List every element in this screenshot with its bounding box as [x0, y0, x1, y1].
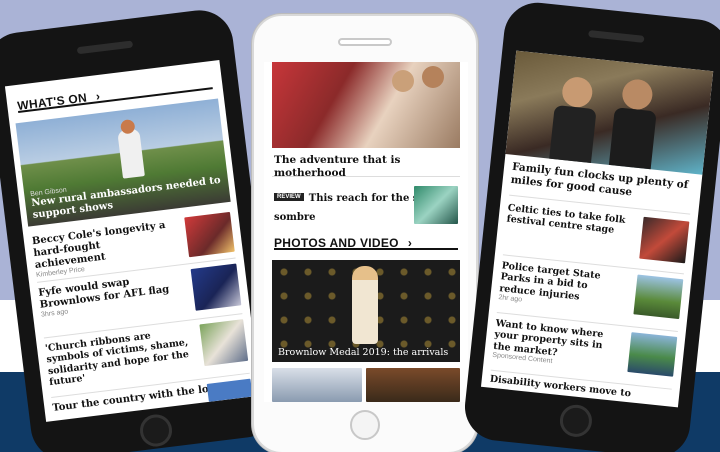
- chevron-right-icon: ›: [95, 88, 102, 104]
- story-thumbnail: [414, 186, 458, 224]
- home-button[interactable]: [350, 410, 380, 440]
- section-title: WHAT'S ON: [16, 90, 88, 113]
- gallery-caption: Brownlow Medal 2019: the arrivals: [278, 346, 449, 358]
- story-headline: Celtic ties to take folk festival centre…: [506, 202, 626, 237]
- right-phone: Family fun clocks up plenty of miles for…: [461, 0, 720, 452]
- story-thumbnail: [190, 263, 242, 311]
- gallery-thumbnail: [366, 368, 460, 402]
- top-story-image-figure: [392, 70, 414, 92]
- review-item[interactable]: REVIEW This reach for the stars is sombr…: [274, 186, 460, 226]
- review-badge: REVIEW: [274, 192, 304, 201]
- speaker-grille: [76, 40, 134, 55]
- gallery-next-row[interactable]: [272, 368, 460, 402]
- story-thumbnail: [199, 319, 249, 367]
- hero-image: [117, 128, 145, 179]
- speaker-grille: [338, 38, 392, 46]
- gallery-thumbnail: [272, 368, 362, 402]
- story-thumbnail: [639, 216, 690, 264]
- center-phone: The adventure that is motherhood REVIEW …: [252, 14, 478, 452]
- story-thumbnail: [627, 332, 678, 377]
- hero-image-figure: [620, 77, 654, 111]
- section-title: PHOTOS AND VIDEO: [274, 236, 399, 250]
- hero-image[interactable]: [505, 50, 714, 175]
- hero-story[interactable]: Ben Gibson New rural ambassadors needed …: [15, 98, 231, 227]
- top-story-image[interactable]: [272, 62, 460, 148]
- left-phone: WHAT'S ON › Ben Gibson New rural ambassa…: [0, 6, 282, 452]
- home-button[interactable]: [558, 403, 594, 439]
- center-phone-screen: The adventure that is motherhood REVIEW …: [264, 62, 468, 402]
- story-thumbnail: [184, 211, 235, 258]
- right-phone-screen: Family fun clocks up plenty of miles for…: [480, 50, 714, 408]
- story-thumbnail: [633, 274, 684, 320]
- chevron-right-icon: ›: [407, 236, 413, 250]
- top-story-image-figure: [422, 66, 444, 88]
- divider: [272, 176, 460, 177]
- story-thumbnail: [206, 378, 253, 402]
- speaker-grille: [588, 30, 645, 43]
- hero-image-figure: [608, 107, 657, 170]
- home-button[interactable]: [138, 412, 174, 449]
- hero-image-figure: [560, 75, 594, 109]
- gallery-card[interactable]: Brownlow Medal 2019: the arrivals: [272, 260, 460, 362]
- gallery-figure: [352, 266, 378, 344]
- left-phone-screen: WHAT'S ON › Ben Gibson New rural ambassa…: [4, 60, 261, 422]
- photos-video-header[interactable]: PHOTOS AND VIDEO ›: [274, 232, 458, 250]
- hero-image-figure: [549, 104, 597, 164]
